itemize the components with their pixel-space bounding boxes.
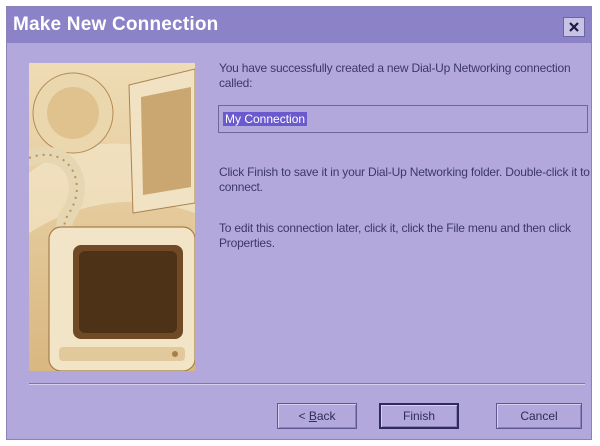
finish-button-label: Finish <box>402 409 435 423</box>
divider <box>29 383 585 385</box>
connection-name-value: My Connection <box>223 112 308 126</box>
cancel-button-label: Cancel <box>520 409 558 423</box>
edit-instructions: To edit this connection later, click it,… <box>219 221 571 250</box>
close-icon <box>569 22 579 32</box>
cancel-button[interactable]: Cancel <box>496 403 582 429</box>
dialog-window: Make New Connection You have successfull… <box>6 6 592 440</box>
back-button-rest: ack <box>316 409 336 423</box>
back-button[interactable]: < Back <box>277 403 357 429</box>
window-title: Make New Connection <box>13 14 219 35</box>
title-bar[interactable]: Make New Connection <box>7 7 591 43</box>
computer-monitor-illustration <box>29 63 195 371</box>
success-message: You have successfully created a new Dial… <box>219 61 571 90</box>
back-button-prefix: < <box>298 409 309 423</box>
back-button-mnemonic: B <box>308 409 317 423</box>
connection-name-field[interactable]: My Connection <box>218 105 588 133</box>
finish-button[interactable]: Finish <box>379 403 459 429</box>
finish-instructions: Click Finish to save it in your Dial-Up … <box>219 165 590 194</box>
close-button[interactable] <box>563 17 585 37</box>
